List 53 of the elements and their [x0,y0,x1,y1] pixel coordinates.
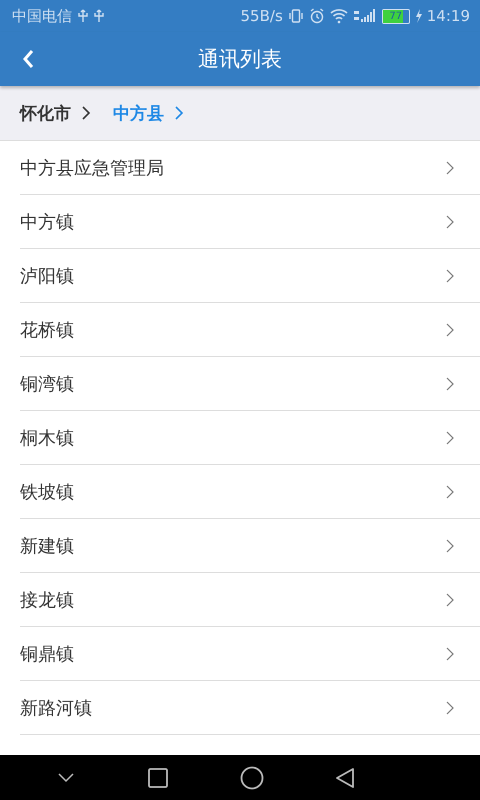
chevron-right-icon [446,376,454,390]
usb-icon [94,9,104,23]
item-label: 新路河镇 [20,696,92,720]
charging-icon [414,9,422,23]
list-item[interactable]: 桐木镇 [20,411,480,465]
network-speed: 55B/s [240,7,283,25]
signal-icon [352,8,377,24]
chevron-right-icon [174,105,184,121]
chevron-right-icon [446,322,454,336]
battery-icon: 77 [382,8,410,24]
back-icon[interactable] [334,766,354,788]
chevron-right-icon [446,160,454,174]
item-label: 接龙镇 [20,588,74,612]
chevron-right-icon [446,592,454,606]
list-item[interactable]: 新路河镇 [20,681,480,735]
item-label: 花桥镇 [20,318,74,342]
list-item[interactable]: 新建镇 [20,519,480,573]
list-item[interactable]: 花桥镇 [20,303,480,357]
chevron-right-icon [446,430,454,444]
list-item[interactable]: 中方镇 [20,195,480,249]
item-label: 桐木镇 [20,426,74,450]
list-item[interactable]: 泸阳镇 [20,249,480,303]
chevron-right-icon [446,484,454,498]
chevron-right-icon [446,538,454,552]
item-label: 新建镇 [20,534,74,558]
list-item[interactable]: 铁坡镇 [20,465,480,519]
item-label: 中方县应急管理局 [20,156,164,180]
chevron-right-icon [446,268,454,282]
chevron-right-icon [446,646,454,660]
wifi-icon [330,8,348,24]
item-label: 铁坡镇 [20,480,74,504]
list-item[interactable]: 铜鼎镇 [20,627,480,681]
chevron-left-icon [22,49,34,69]
item-label: 中方镇 [20,210,74,234]
usb-icon [78,9,88,23]
chevron-right-icon [446,700,454,714]
chevron-right-icon [446,214,454,228]
breadcrumb-item[interactable]: 怀化市 [20,102,91,124]
recent-apps-icon[interactable] [146,766,168,788]
carrier-name: 中国电信 [12,6,72,26]
list-item[interactable]: 中方县应急管理局 [20,141,480,195]
item-label: 铜湾镇 [20,372,74,396]
chevron-down-icon[interactable] [56,772,76,784]
list-item[interactable]: 铜湾镇 [20,357,480,411]
item-label: 泸阳镇 [20,264,74,288]
alarm-clock-icon [308,8,325,24]
screen-title: 通讯列表 [198,46,282,73]
home-icon[interactable] [240,766,264,790]
chevron-right-icon [81,105,91,121]
item-label: 铜鼎镇 [20,642,74,666]
list-item[interactable]: 接龙镇 [20,573,480,627]
clock-time: 14:19 [426,7,470,25]
vibrate-icon [288,8,304,24]
